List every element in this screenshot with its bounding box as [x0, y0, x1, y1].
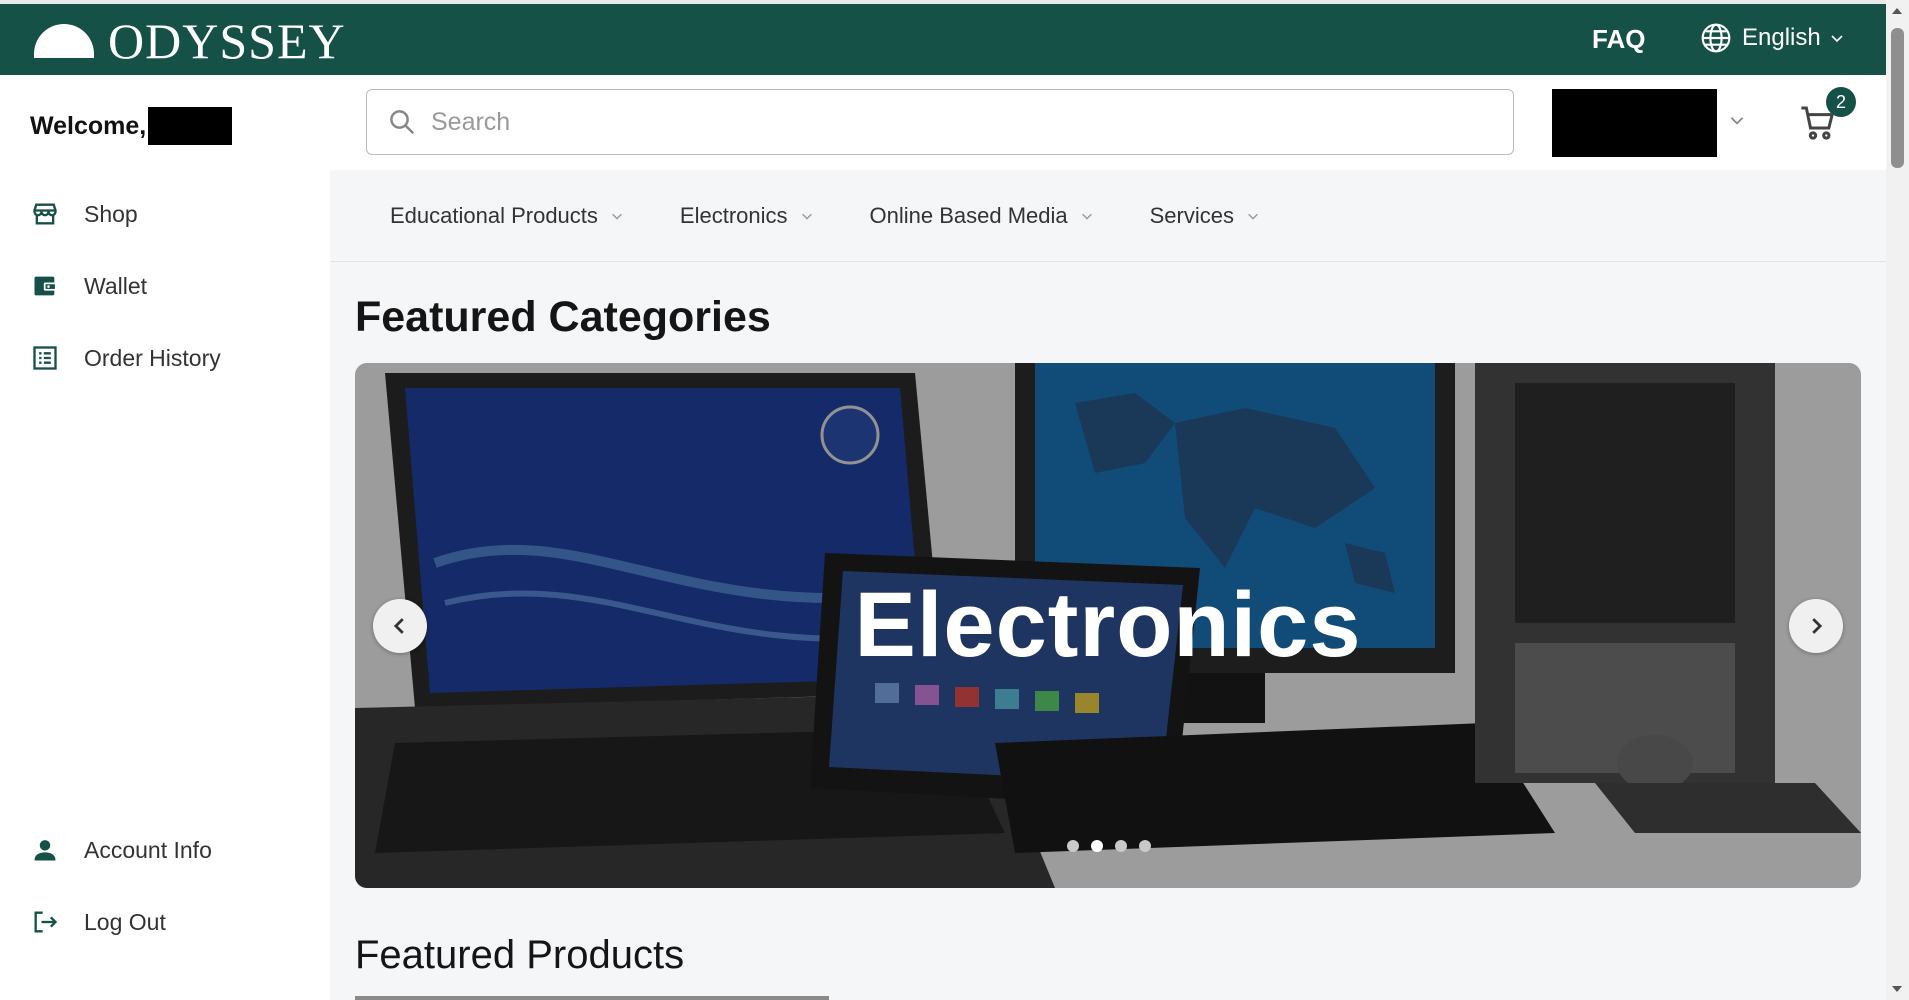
carousel-dot[interactable]: [1115, 840, 1127, 852]
category-label: Electronics: [679, 202, 788, 228]
search-icon: [390, 110, 415, 135]
sidebar-item-label: Shop: [84, 200, 138, 227]
slide-caption: Electronics: [854, 574, 1362, 676]
sidebar: Welcome, Shop Wallet Order History Accou…: [0, 75, 330, 1000]
scroll-up-arrow-icon[interactable]: [1892, 8, 1902, 14]
search-row: 2: [330, 75, 1886, 170]
language-label: English: [1742, 24, 1821, 51]
faq-link[interactable]: FAQ: [1592, 24, 1645, 55]
logo-dome-icon: [34, 24, 94, 58]
category-label: Services: [1149, 202, 1234, 228]
sidebar-item-log-out[interactable]: Log Out: [30, 907, 166, 937]
sidebar-item-shop[interactable]: Shop: [30, 199, 138, 229]
category-nav: Educational Products Electronics Online …: [330, 170, 1886, 262]
category-online-based-media[interactable]: Online Based Media: [870, 203, 1094, 229]
page-scrollbar[interactable]: [1886, 0, 1909, 1000]
sidebar-item-label: Order History: [84, 344, 221, 371]
category-label: Educational Products: [390, 202, 598, 228]
chevron-down-icon: [612, 213, 622, 220]
person-icon: [30, 835, 60, 865]
category-services[interactable]: Services: [1150, 203, 1260, 229]
redacted-username: [148, 107, 233, 145]
odyssey-logo[interactable]: ODYSSEY: [34, 13, 346, 69]
storefront-icon: [30, 199, 60, 229]
scroll-down-arrow-icon[interactable]: [1892, 986, 1902, 992]
category-educational-products[interactable]: Educational Products: [390, 203, 624, 229]
sidebar-item-label: Log Out: [84, 908, 166, 935]
scrollbar-thumb[interactable]: [1891, 28, 1904, 168]
sidebar-item-label: Account Info: [84, 836, 212, 863]
top-header-bar: ODYSSEY FAQ English: [0, 0, 1886, 75]
search-input[interactable]: [429, 106, 1433, 138]
featured-categories-heading: Featured Categories: [355, 293, 771, 341]
sidebar-item-label: Wallet: [84, 272, 148, 299]
language-selector[interactable]: English: [1700, 22, 1855, 54]
category-electronics[interactable]: Electronics: [680, 203, 814, 229]
chevron-down-icon: [1831, 35, 1843, 43]
globe-icon: [1701, 23, 1731, 53]
sidebar-item-wallet[interactable]: Wallet: [30, 271, 147, 301]
logout-icon: [30, 907, 60, 937]
chevron-right-icon: [1812, 618, 1823, 634]
carousel-dot[interactable]: [1139, 840, 1151, 852]
category-label: Online Based Media: [869, 202, 1068, 228]
welcome-message: Welcome,: [30, 107, 233, 145]
featured-categories-carousel[interactable]: Electronics: [355, 363, 1861, 888]
product-card-top-edge: [355, 996, 829, 1000]
sidebar-item-account-info[interactable]: Account Info: [30, 835, 212, 865]
redacted-account-menu[interactable]: [1552, 89, 1717, 157]
sidebar-item-order-history[interactable]: Order History: [30, 343, 221, 373]
chevron-down-icon: [801, 213, 812, 220]
carousel-next-button[interactable]: [1789, 599, 1843, 653]
carousel-indicators: [1067, 840, 1163, 852]
welcome-label: Welcome,: [30, 111, 147, 140]
cart-count-badge: 2: [1826, 87, 1856, 117]
carousel-dot-active[interactable]: [1091, 840, 1103, 852]
featured-products-heading: Featured Products: [355, 933, 685, 977]
chevron-down-icon: [1248, 213, 1258, 220]
carousel-prev-button[interactable]: [373, 599, 427, 653]
chevron-down-icon: [1081, 213, 1092, 220]
wallet-icon: [30, 271, 60, 301]
main-content: 2 Educational Products Electronics Onlin…: [330, 75, 1886, 1000]
search-box[interactable]: [366, 89, 1514, 155]
carousel-dot[interactable]: [1067, 840, 1079, 852]
receipt-list-icon: [30, 343, 60, 373]
chevron-down-icon[interactable]: [1728, 111, 1746, 129]
chevron-left-icon: [393, 618, 404, 634]
brand-name: ODYSSEY: [108, 13, 346, 69]
